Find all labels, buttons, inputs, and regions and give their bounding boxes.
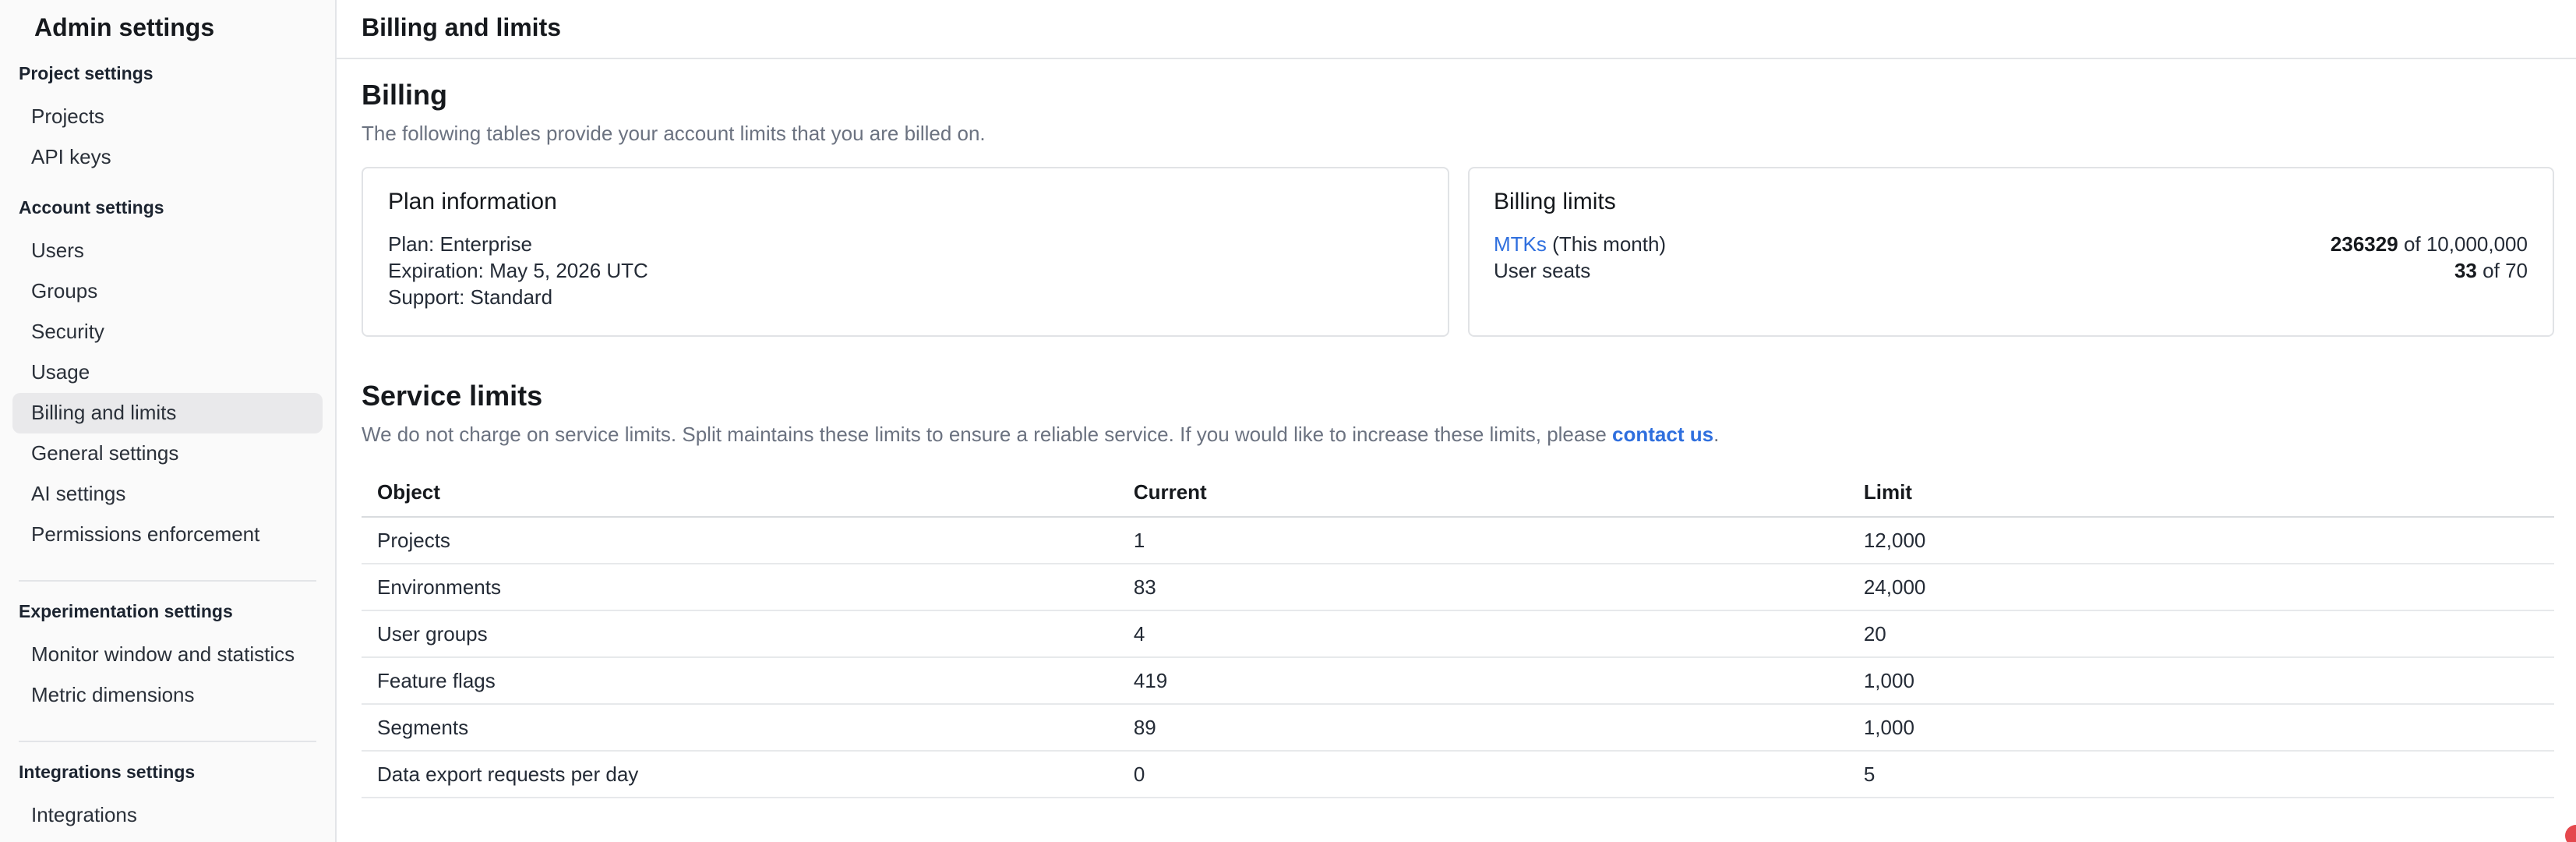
mtks-current: 236329 [2331,232,2398,256]
billing-section-subtitle: The following tables provide your accoun… [362,122,2554,145]
sidebar-section-experimentation-settings: Experimentation settings [0,603,335,622]
cell-current: 1 [1118,517,1848,564]
cell-object: Feature flags [362,657,1118,704]
billing-content: Billing The following tables provide you… [337,59,2576,798]
column-header-limit: Limit [1848,468,2554,517]
table-row: Projects 1 12,000 [362,517,2554,564]
plan-line: Plan: Enterprise [388,231,1422,257]
sidebar-item-monitor-window-and-statistics[interactable]: Monitor window and statistics [12,635,323,675]
cell-limit: 24,000 [1848,564,2554,610]
cell-object: Environments [362,564,1118,610]
mtks-value: 236329 of 10,000,000 [2331,231,2528,257]
sidebar-item-users[interactable]: Users [12,231,323,271]
sidebar-section-account-settings: Account settings [0,200,335,218]
mtks-label-suffix: (This month) [1552,232,1666,256]
billing-limits-card: Billing limits MTKs (This month) 236329 … [1467,167,2554,337]
expiration-line: Expiration: May 5, 2026 UTC [388,257,1422,284]
cell-limit: 1,000 [1848,704,2554,751]
contact-us-link[interactable]: contact us [1612,423,1713,446]
admin-settings-sidebar: Admin settings Project settings Projects… [0,0,337,842]
sidebar-item-groups[interactable]: Groups [12,271,323,312]
service-limits-subtitle-period: . [1713,423,1719,446]
service-limits-subtitle-text: We do not charge on service limits. Spli… [362,423,1612,446]
sidebar-title: Admin settings [0,16,335,44]
mtks-label: MTKs (This month) [1494,231,1666,257]
cell-current: 83 [1118,564,1848,610]
cell-current: 419 [1118,657,1848,704]
service-limits-section: Service limits We do not charge on servi… [362,380,2554,798]
sidebar-section-integrations-settings: Integrations settings [0,764,335,783]
user-seats-label: User seats [1494,257,1590,284]
mtks-limit-row: MTKs (This month) 236329 of 10,000,000 [1494,231,2528,257]
column-header-object: Object [362,468,1118,517]
sidebar-item-projects[interactable]: Projects [12,97,323,137]
page-header: Billing and limits [337,0,2576,59]
cell-object: Projects [362,517,1118,564]
user-seats-total: of 70 [2482,259,2528,282]
table-row: User groups 4 20 [362,610,2554,657]
main-content: Billing and limits Billing The following… [337,0,2576,842]
cell-limit: 20 [1848,610,2554,657]
mtks-total: of 10,000,000 [2404,232,2528,256]
cell-object: User groups [362,610,1118,657]
page-title: Billing and limits [362,15,561,43]
service-limits-title: Service limits [362,380,2554,413]
plan-information-title: Plan information [388,189,1422,215]
support-line: Support: Standard [388,284,1422,310]
sidebar-item-ai-settings[interactable]: AI settings [12,474,323,515]
sidebar-item-general-settings[interactable]: General settings [12,433,323,474]
admin-settings-page: Admin settings Project settings Projects… [0,0,2576,842]
cell-limit: 1,000 [1848,657,2554,704]
service-limits-subtitle: We do not charge on service limits. Spli… [362,423,2554,446]
sidebar-item-metric-dimensions[interactable]: Metric dimensions [12,675,323,716]
cell-current: 0 [1118,751,1848,798]
plan-information-card: Plan information Plan: Enterprise Expira… [362,167,1449,337]
sidebar-item-usage[interactable]: Usage [12,352,323,393]
billing-section-title: Billing [362,80,2554,112]
sidebar-item-permissions-enforcement[interactable]: Permissions enforcement [12,515,323,555]
sidebar-divider [19,741,316,742]
table-row: Feature flags 419 1,000 [362,657,2554,704]
cell-object: Segments [362,704,1118,751]
cell-limit: 12,000 [1848,517,2554,564]
sidebar-item-security[interactable]: Security [12,312,323,352]
user-seats-current: 33 [2454,259,2477,282]
user-seats-limit-row: User seats 33 of 70 [1494,257,2528,284]
sidebar-item-api-keys[interactable]: API keys [12,137,323,178]
table-row: Segments 89 1,000 [362,704,2554,751]
sidebar-section-project-settings: Project settings [0,65,335,84]
service-limits-table: Object Current Limit Projects 1 12,000 E… [362,468,2554,798]
billing-cards-row: Plan information Plan: Enterprise Expira… [362,167,2554,337]
table-header-row: Object Current Limit [362,468,2554,517]
cell-object: Data export requests per day [362,751,1118,798]
billing-limits-title: Billing limits [1494,189,2528,215]
table-row: Data export requests per day 0 5 [362,751,2554,798]
cell-current: 4 [1118,610,1848,657]
table-row: Environments 83 24,000 [362,564,2554,610]
cell-limit: 5 [1848,751,2554,798]
sidebar-item-integrations[interactable]: Integrations [12,795,323,836]
column-header-current: Current [1118,468,1848,517]
cell-current: 89 [1118,704,1848,751]
user-seats-value: 33 of 70 [2454,257,2528,284]
sidebar-divider [19,580,316,582]
sidebar-item-billing-and-limits[interactable]: Billing and limits [12,393,323,433]
mtks-link[interactable]: MTKs [1494,232,1547,256]
